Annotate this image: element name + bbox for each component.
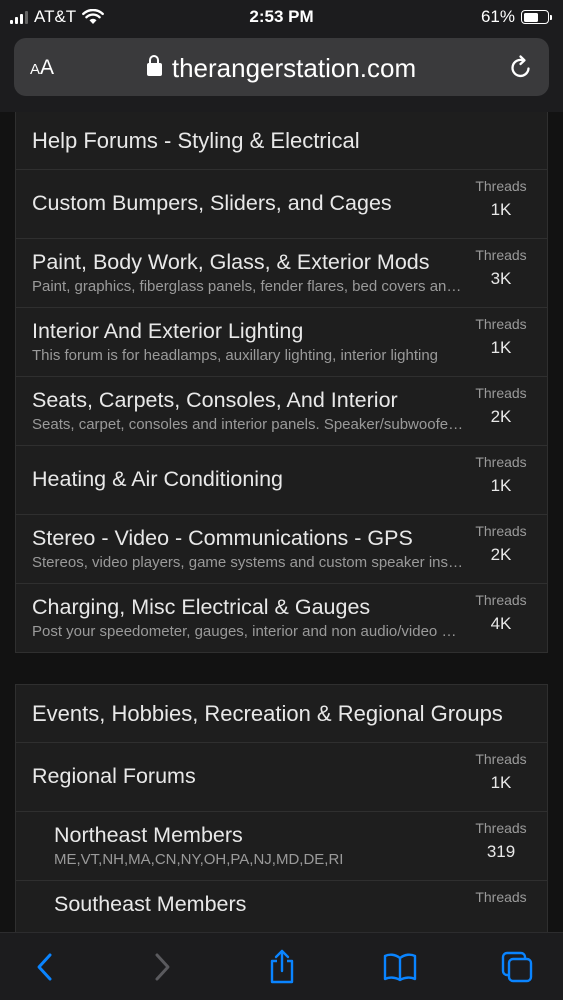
stat-label: Threads xyxy=(475,820,527,836)
thread-count: Threads 1K xyxy=(471,751,531,793)
stat-value: 4K xyxy=(490,614,512,633)
forum-title[interactable]: Charging, Misc Electrical & Gauges xyxy=(32,595,370,620)
stat-label: Threads xyxy=(475,592,527,608)
forward-icon xyxy=(155,953,170,981)
stat-label: Threads xyxy=(475,385,527,401)
forum-row[interactable]: Seats, Carpets, Consoles, And Interior S… xyxy=(16,377,547,446)
reload-icon[interactable] xyxy=(509,54,533,80)
forum-title[interactable]: Heating & Air Conditioning xyxy=(32,467,283,492)
battery-group: 61% xyxy=(480,7,552,27)
forum-description: ME,VT,NH,MA,CN,NY,OH,PA,NJ,MD,DE,RI xyxy=(54,851,344,868)
forum-title[interactable]: Custom Bumpers, Sliders, and Cages xyxy=(32,191,392,216)
stat-label: Threads xyxy=(475,316,527,332)
forum-row[interactable]: Custom Bumpers, Sliders, and Cages Threa… xyxy=(16,170,547,239)
stat-value: 1K xyxy=(490,200,512,219)
share-button[interactable] xyxy=(262,947,302,987)
battery-icon xyxy=(521,10,552,24)
forum-row[interactable]: Stereo - Video - Communications - GPS St… xyxy=(16,515,547,584)
forum-title[interactable]: Paint, Body Work, Glass, & Exterior Mods xyxy=(32,250,430,275)
thread-count: Threads 1K xyxy=(471,178,531,220)
bookmarks-button[interactable] xyxy=(380,947,420,987)
thread-count: Threads 319 xyxy=(471,820,531,862)
stat-label: Threads xyxy=(475,751,527,767)
thread-count: Threads 3K xyxy=(471,247,531,289)
thread-count: Threads 4K xyxy=(471,592,531,634)
stat-label: Threads xyxy=(475,247,527,263)
browser-toolbar xyxy=(0,932,563,1000)
browser-chrome: AA therangerstation.com xyxy=(0,34,563,112)
forum-title[interactable]: Seats, Carpets, Consoles, And Interior xyxy=(32,388,398,413)
forum-row[interactable]: Paint, Body Work, Glass, & Exterior Mods… xyxy=(16,239,547,308)
forum-description: This forum is for headlamps, auxillary l… xyxy=(32,347,439,364)
section-header[interactable]: Events, Hobbies, Recreation & Regional G… xyxy=(16,685,547,743)
stat-value: 1K xyxy=(490,338,512,357)
stat-value: 2K xyxy=(490,407,512,426)
forum-title[interactable]: Stereo - Video - Communications - GPS xyxy=(32,526,413,551)
forum-row[interactable]: Heating & Air Conditioning Threads 1K xyxy=(16,446,547,515)
stat-value: 3K xyxy=(490,269,512,288)
forum-row[interactable]: Charging, Misc Electrical & Gauges Post … xyxy=(16,584,547,653)
stat-value: 1K xyxy=(490,476,512,495)
back-icon xyxy=(37,953,52,981)
tabs-button[interactable] xyxy=(497,947,537,987)
address-bar[interactable]: AA therangerstation.com xyxy=(14,38,549,96)
forum-title[interactable]: Interior And Exterior Lighting xyxy=(32,319,303,344)
back-button[interactable] xyxy=(25,947,65,987)
subforum-row[interactable]: Southeast Members Threads xyxy=(16,881,547,932)
stat-label: Threads xyxy=(475,178,527,194)
forum-description: Stereos, video players, game systems and… xyxy=(32,554,464,571)
thread-count: Threads 1K xyxy=(471,454,531,496)
section-header[interactable]: Help Forums - Styling & Electrical xyxy=(16,112,547,170)
subforum-row[interactable]: Northeast Members ME,VT,NH,MA,CN,NY,OH,P… xyxy=(16,812,547,881)
lock-icon xyxy=(146,55,162,76)
forum-row[interactable]: Regional Forums Threads 1K xyxy=(16,743,547,812)
forum-title[interactable]: Northeast Members xyxy=(54,823,243,848)
share-icon xyxy=(270,949,294,984)
forum-description: Post your speedometer, gauges, interior … xyxy=(32,623,464,640)
tabs-icon xyxy=(501,951,533,983)
thread-count: Threads 2K xyxy=(471,385,531,427)
forum-title[interactable]: Southeast Members xyxy=(54,892,246,917)
page-content: Help Forums - Styling & Electrical Custo… xyxy=(0,112,563,932)
thread-count: Threads 2K xyxy=(471,523,531,565)
stat-value: 1K xyxy=(490,773,512,792)
forum-description: Seats, carpet, consoles and interior pan… xyxy=(32,416,464,433)
stat-value: 2K xyxy=(490,545,512,564)
url-display[interactable]: therangerstation.com xyxy=(14,53,549,84)
forward-button[interactable] xyxy=(142,947,182,987)
status-bar: AT&T 2:53 PM 61% xyxy=(0,0,563,34)
stat-value: 319 xyxy=(486,842,516,861)
section-divider xyxy=(15,653,548,685)
forum-title[interactable]: Regional Forums xyxy=(32,764,196,789)
battery-percent: 61% xyxy=(480,7,515,26)
clock: 2:53 PM xyxy=(249,7,314,26)
stat-label: Threads xyxy=(475,889,527,905)
bookmarks-icon xyxy=(383,953,417,982)
stat-label: Threads xyxy=(475,454,527,470)
forum-description: Paint, graphics, fiberglass panels, fend… xyxy=(32,278,464,295)
stat-label: Threads xyxy=(475,523,527,539)
thread-count: Threads 1K xyxy=(471,316,531,358)
forum-row[interactable]: Interior And Exterior Lighting This foru… xyxy=(16,308,547,377)
forum-dropdown-panel: Help Forums - Styling & Electrical Custo… xyxy=(15,112,548,932)
domain-text: therangerstation.com xyxy=(171,53,417,83)
thread-count: Threads xyxy=(471,889,531,911)
